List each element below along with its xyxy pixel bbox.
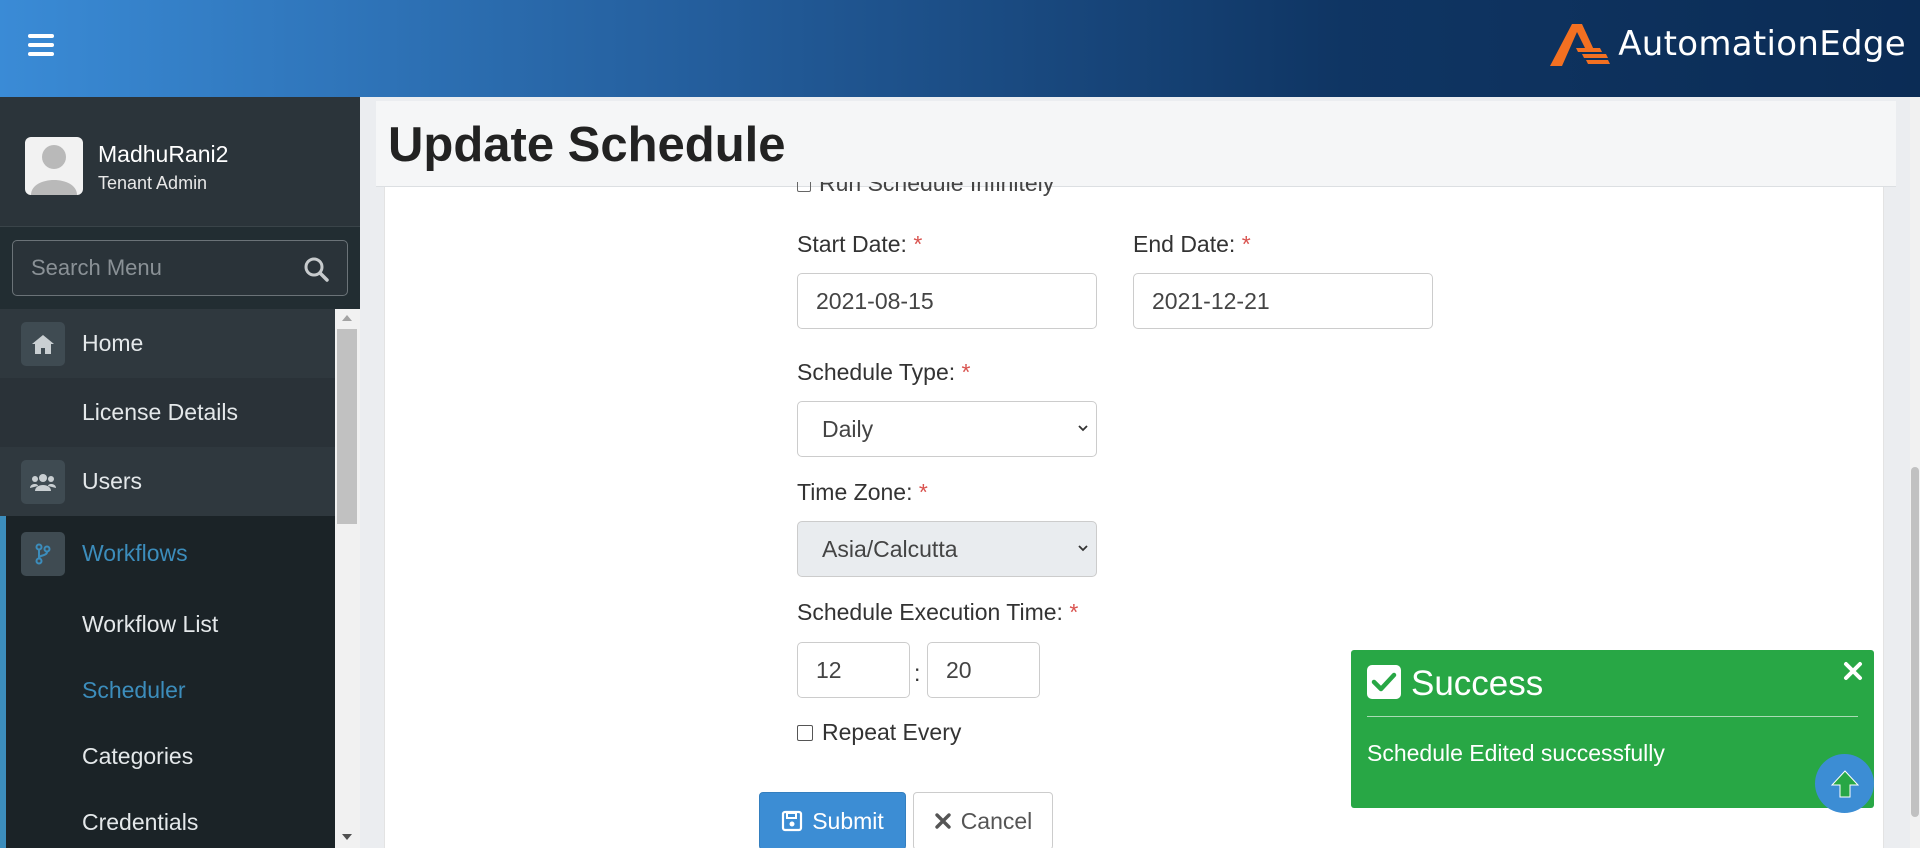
- hour-input[interactable]: 12: [797, 642, 910, 698]
- schedule-type-value: Daily: [822, 415, 874, 442]
- repeat-every-row[interactable]: Repeat Every: [797, 719, 961, 746]
- start-date-field[interactable]: 2021-08-15: [797, 273, 1097, 329]
- sidebar-scrollbar-thumb[interactable]: [337, 329, 357, 524]
- end-date-label: End Date: *: [1133, 231, 1251, 258]
- users-icon: [21, 459, 65, 504]
- sidebar-item-categories[interactable]: Categories: [0, 723, 335, 789]
- sidebar-item-label: Categories: [82, 742, 194, 769]
- arrow-up-icon: [1830, 769, 1859, 797]
- scroll-up-arrow-icon[interactable]: [342, 315, 352, 321]
- start-date-label-text: Start Date:: [797, 231, 907, 257]
- cancel-label: Cancel: [960, 807, 1033, 834]
- code-branch-icon: [21, 531, 65, 576]
- minute-value: 20: [946, 656, 972, 683]
- required-marker: *: [913, 231, 923, 257]
- sidebar-item-label: Users: [82, 468, 143, 494]
- required-marker: *: [1069, 599, 1079, 625]
- close-icon: [934, 812, 952, 830]
- page-title: Update Schedule: [388, 118, 786, 172]
- toast-title: Success: [1411, 664, 1544, 703]
- submit-button[interactable]: Submit: [759, 792, 906, 848]
- execution-time-label: Schedule Execution Time: *: [797, 599, 1078, 626]
- sidebar-scrollbar[interactable]: [335, 309, 360, 848]
- sidebar-item-workflow-list[interactable]: Workflow List: [0, 591, 335, 657]
- end-date-value: 2021-12-21: [1152, 287, 1270, 314]
- hour-value: 12: [816, 656, 842, 683]
- time-zone-label: Time Zone: *: [797, 479, 928, 506]
- sidebar-item-users[interactable]: Users: [0, 447, 335, 516]
- minute-input[interactable]: 20: [927, 642, 1040, 698]
- sidebar-item-credentials[interactable]: Credentials: [0, 789, 335, 848]
- sidebar-item-scheduler[interactable]: Scheduler: [0, 657, 335, 723]
- top-navbar: AutomationEdge: [0, 0, 1920, 97]
- page-header: Update Schedule: [376, 101, 1896, 187]
- user-avatar-icon: [31, 145, 77, 195]
- start-date-value: 2021-08-15: [816, 287, 934, 314]
- schedule-type-label-text: Schedule Type:: [797, 359, 956, 385]
- close-icon[interactable]: [1842, 660, 1864, 682]
- required-marker: *: [961, 359, 971, 385]
- chevron-down-icon: [1078, 425, 1088, 432]
- time-zone-select[interactable]: Asia/Calcutta: [797, 521, 1097, 577]
- search-menu: [12, 240, 348, 296]
- user-name: MadhuRani2: [98, 141, 229, 167]
- sidebar-item-label: Scheduler: [82, 676, 186, 703]
- toast-message: Schedule Edited successfully: [1367, 740, 1665, 766]
- repeat-every-label: Repeat Every: [822, 719, 962, 745]
- time-zone-value: Asia/Calcutta: [822, 535, 958, 562]
- cancel-button[interactable]: Cancel: [913, 792, 1053, 848]
- submit-label: Submit: [812, 807, 884, 834]
- sidebar-item-label: Workflows: [82, 540, 188, 566]
- sidebar-menu: Home License Details Users Workflows Wor…: [0, 309, 335, 848]
- end-date-label-text: End Date:: [1133, 231, 1236, 257]
- sidebar-item-workflows[interactable]: Workflows: [0, 516, 335, 591]
- automationedge-logo-icon: [1550, 24, 1611, 66]
- sidebar-item-label: Credentials: [82, 808, 199, 835]
- brand-name: AutomationEdge: [1618, 24, 1906, 64]
- time-separator: :: [914, 660, 921, 686]
- save-icon: [781, 810, 803, 832]
- toast-divider: [1367, 716, 1858, 717]
- avatar: [25, 137, 83, 195]
- sidebar-item-label: Workflow List: [82, 610, 219, 637]
- execution-time-label-text: Schedule Execution Time:: [797, 599, 1063, 625]
- hamburger-menu-icon[interactable]: [28, 34, 54, 56]
- search-menu-input[interactable]: [13, 241, 347, 295]
- sidebar-item-label: License Details: [82, 399, 238, 425]
- start-date-label: Start Date: *: [797, 231, 922, 258]
- user-panel: MadhuRani2 Tenant Admin: [0, 97, 360, 227]
- user-role: Tenant Admin: [98, 173, 208, 193]
- sidebar-item-home[interactable]: Home: [0, 309, 335, 378]
- schedule-type-select[interactable]: Daily: [797, 401, 1097, 457]
- scroll-down-arrow-icon[interactable]: [342, 834, 352, 840]
- success-toast: Success Schedule Edited successfully: [1351, 650, 1874, 808]
- scroll-to-top-button[interactable]: [1815, 754, 1874, 813]
- sidebar: MadhuRani2 Tenant Admin Home License Det…: [0, 97, 360, 848]
- check-square-icon: [1367, 665, 1401, 699]
- end-date-field[interactable]: 2021-12-21: [1133, 273, 1433, 329]
- repeat-every-checkbox[interactable]: [797, 724, 813, 741]
- sidebar-item-label: Home: [82, 330, 144, 356]
- page-scrollbar[interactable]: [1910, 97, 1920, 848]
- search-icon[interactable]: [303, 256, 329, 282]
- time-zone-label-text: Time Zone:: [797, 479, 913, 505]
- home-icon: [21, 321, 65, 366]
- required-marker: *: [918, 479, 928, 505]
- schedule-type-label: Schedule Type: *: [797, 359, 970, 386]
- brand-logo: AutomationEdge: [1546, 18, 1906, 70]
- page-scrollbar-thumb[interactable]: [1911, 467, 1919, 817]
- chevron-down-icon: [1078, 545, 1088, 552]
- required-marker: *: [1241, 231, 1251, 257]
- sidebar-item-license-details[interactable]: License Details: [0, 378, 335, 447]
